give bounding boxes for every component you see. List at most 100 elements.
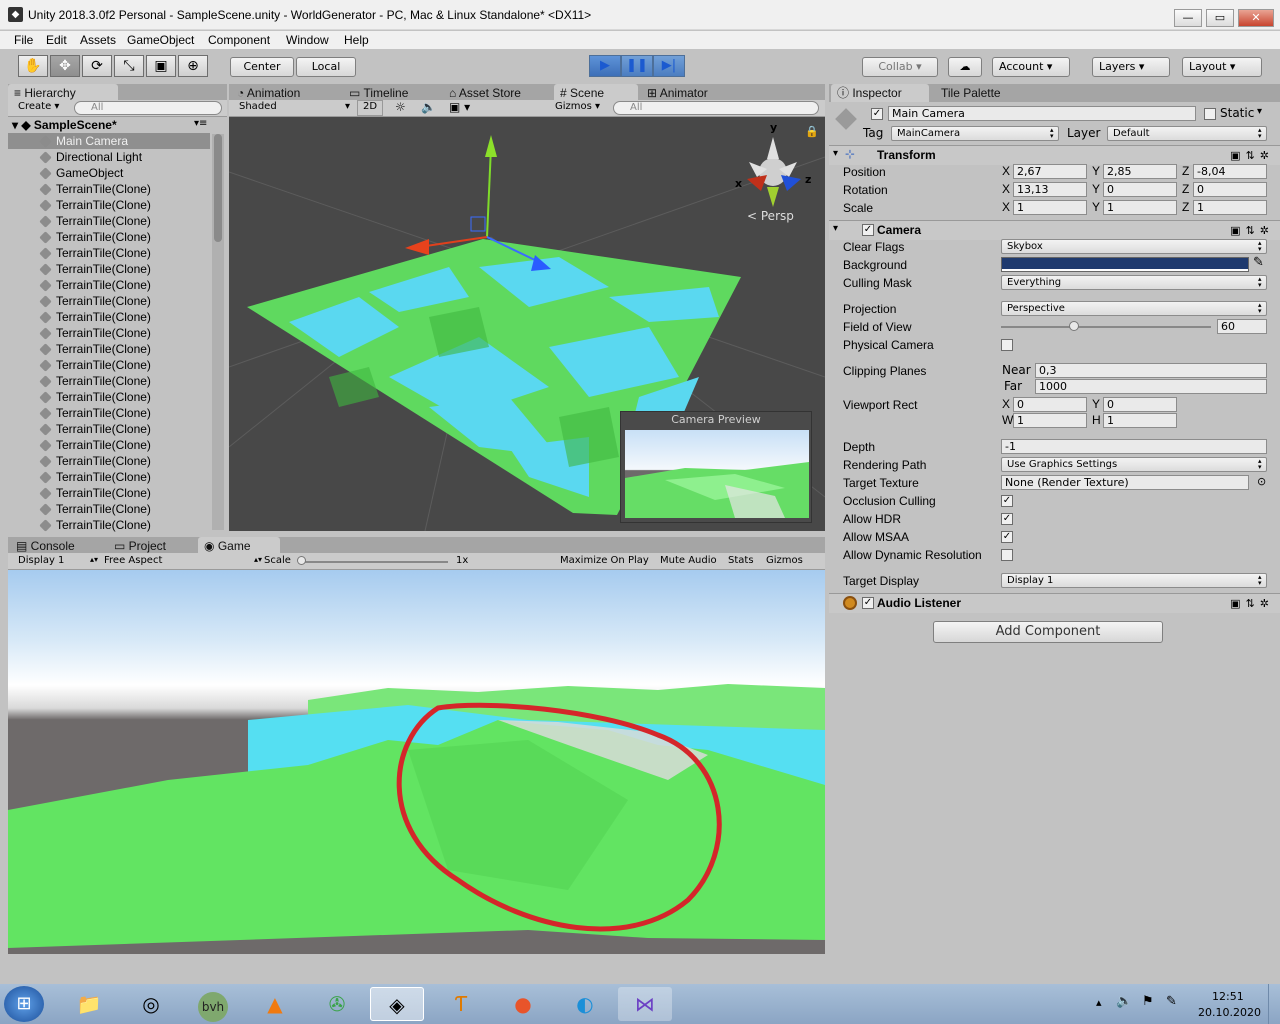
- position-x-input[interactable]: 2,67: [1013, 164, 1087, 179]
- menu-gameobject[interactable]: GameObject: [127, 33, 194, 47]
- layout-dropdown[interactable]: Layout ▾: [1182, 57, 1262, 77]
- background-color-swatch[interactable]: [1001, 257, 1249, 272]
- vlc-icon[interactable]: ▲: [248, 987, 302, 1021]
- visual-studio-icon[interactable]: ⋈: [618, 987, 672, 1021]
- language-icon[interactable]: ✎: [1166, 994, 1177, 1009]
- hierarchy-item[interactable]: TerrainTile(Clone): [8, 421, 210, 437]
- tag-dropdown[interactable]: MainCamera: [891, 126, 1059, 141]
- layer-dropdown[interactable]: Default: [1107, 126, 1267, 141]
- audio-listener-header-icons[interactable]: ▣⇅✲: [1230, 597, 1274, 610]
- occlusion-culling-checkbox[interactable]: ✓: [1001, 495, 1013, 507]
- hierarchy-item[interactable]: TerrainTile(Clone): [8, 309, 210, 325]
- hierarchy-item[interactable]: TerrainTile(Clone): [8, 405, 210, 421]
- far-input[interactable]: 1000: [1035, 379, 1267, 394]
- hierarchy-item[interactable]: TerrainTile(Clone): [8, 197, 210, 213]
- pivot-center-button[interactable]: Center: [230, 57, 294, 77]
- hierarchy-item[interactable]: Directional Light: [8, 149, 210, 165]
- audio-listener-checkbox[interactable]: ✓: [862, 597, 874, 609]
- viewport-h-input[interactable]: 1: [1103, 413, 1177, 428]
- object-name-input[interactable]: Main Camera: [888, 106, 1196, 121]
- hierarchy-item[interactable]: TerrainTile(Clone): [8, 437, 210, 453]
- tab-inspector[interactable]: ⓘ Inspector: [831, 84, 929, 102]
- rotation-x-input[interactable]: 13,13: [1013, 182, 1087, 197]
- orientation-gizmo[interactable]: [747, 137, 801, 207]
- hierarchy-item[interactable]: TerrainTile(Clone): [8, 389, 210, 405]
- depth-input[interactable]: -1: [1001, 439, 1267, 454]
- hand-tool-icon[interactable]: ✋: [18, 55, 48, 77]
- hierarchy-item[interactable]: TerrainTile(Clone): [8, 245, 210, 261]
- firefox-icon[interactable]: ●: [496, 987, 550, 1021]
- transform-tool-icon[interactable]: ⊕: [178, 55, 208, 77]
- play-button[interactable]: ▶: [589, 55, 621, 77]
- gizmo-x-arrow[interactable]: [405, 239, 429, 255]
- scrollbar-thumb[interactable]: [214, 134, 222, 242]
- scene-root[interactable]: ▾ ◆ SampleScene*: [12, 118, 117, 132]
- rotation-y-input[interactable]: 0: [1103, 182, 1177, 197]
- physical-camera-checkbox[interactable]: [1001, 339, 1013, 351]
- allow-hdr-checkbox[interactable]: ✓: [1001, 513, 1013, 525]
- scale-slider-thumb[interactable]: [297, 556, 306, 565]
- menu-assets[interactable]: Assets: [80, 33, 116, 47]
- scene-menu-icon[interactable]: ▾≡: [194, 118, 207, 129]
- account-dropdown[interactable]: Account ▾: [992, 57, 1070, 77]
- target-display-dropdown[interactable]: Display 1: [1001, 573, 1267, 588]
- display-dropdown[interactable]: Display 1: [18, 555, 64, 566]
- tray-expand-icon[interactable]: ▴: [1096, 996, 1102, 1009]
- game-gizmos-toggle[interactable]: Gizmos: [766, 555, 803, 566]
- menu-edit[interactable]: Edit: [46, 33, 67, 47]
- aspect-dropdown-arrow[interactable]: ▴▾: [254, 555, 262, 564]
- transform-header-icons[interactable]: ▣⇅✲: [1230, 149, 1274, 162]
- viewport-y-input[interactable]: 0: [1103, 397, 1177, 412]
- pause-button[interactable]: ❚❚: [621, 55, 653, 77]
- rect-tool-icon[interactable]: ▣: [146, 55, 176, 77]
- maximize-button[interactable]: ▭: [1206, 9, 1234, 27]
- hierarchy-item[interactable]: GameObject: [8, 165, 210, 181]
- shading-dropdown-arrow[interactable]: ▾: [345, 101, 350, 112]
- clear-flags-dropdown[interactable]: Skybox: [1001, 239, 1267, 254]
- audio-toggle-icon[interactable]: 🔈: [421, 100, 436, 114]
- eyedropper-icon[interactable]: ✎: [1253, 255, 1264, 270]
- pivot-local-button[interactable]: Local: [296, 57, 356, 77]
- target-texture-field[interactable]: None (Render Texture): [1001, 475, 1249, 490]
- hierarchy-scrollbar[interactable]: [212, 134, 224, 530]
- scale-tool-icon[interactable]: ⤡: [114, 55, 144, 77]
- fov-slider-thumb[interactable]: [1069, 321, 1079, 331]
- gizmo-plane-handle[interactable]: [470, 216, 486, 232]
- lighting-toggle-icon[interactable]: ☼: [395, 100, 406, 114]
- projection-dropdown[interactable]: Perspective: [1001, 301, 1267, 316]
- fov-slider[interactable]: [1001, 326, 1211, 328]
- collab-button[interactable]: Collab ▾: [862, 57, 938, 77]
- layers-dropdown[interactable]: Layers ▾: [1092, 57, 1170, 77]
- position-y-input[interactable]: 2,85: [1103, 164, 1177, 179]
- hierarchy-item[interactable]: Main Camera: [8, 133, 210, 149]
- tab-tile-palette[interactable]: Tile Palette: [935, 84, 1025, 102]
- unity-taskbar-icon[interactable]: ◈: [370, 987, 424, 1021]
- clock-date[interactable]: 20.10.2020: [1198, 1006, 1261, 1019]
- bvh-icon[interactable]: bvh: [186, 987, 240, 1022]
- menu-component[interactable]: Component: [208, 33, 270, 47]
- file-explorer-icon[interactable]: 📁: [62, 987, 116, 1021]
- cloud-icon[interactable]: ☁: [948, 57, 982, 77]
- transform-header[interactable]: ▾ ⊹ Transform ▣⇅✲: [829, 145, 1280, 165]
- rendering-path-dropdown[interactable]: Use Graphics Settings: [1001, 457, 1267, 472]
- volume-icon[interactable]: 🔈: [1116, 994, 1132, 1009]
- fov-input[interactable]: 60: [1217, 319, 1267, 334]
- step-button[interactable]: ▶|: [653, 55, 685, 77]
- shading-dropdown[interactable]: Shaded: [239, 101, 277, 112]
- camera-header[interactable]: ▾ ✓ Camera ▣⇅✲: [829, 220, 1280, 240]
- culling-mask-dropdown[interactable]: Everything: [1001, 275, 1267, 290]
- scale-z-input[interactable]: 1: [1193, 200, 1267, 215]
- scale-x-input[interactable]: 1: [1013, 200, 1087, 215]
- static-checkbox[interactable]: [1204, 108, 1216, 120]
- aspect-dropdown[interactable]: Free Aspect: [104, 555, 162, 566]
- mode-2d-button[interactable]: 2D: [357, 100, 383, 116]
- add-component-button[interactable]: Add Component: [933, 621, 1163, 643]
- camera-foldout-icon[interactable]: ▾: [833, 223, 838, 234]
- move-tool-icon[interactable]: ✥: [50, 55, 80, 77]
- hierarchy-item[interactable]: TerrainTile(Clone): [8, 469, 210, 485]
- display-dropdown-arrow[interactable]: ▴▾: [90, 555, 98, 564]
- active-checkbox[interactable]: ✓: [871, 108, 883, 120]
- clock-time[interactable]: 12:51: [1212, 990, 1244, 1003]
- hierarchy-item[interactable]: TerrainTile(Clone): [8, 485, 210, 501]
- near-input[interactable]: 0,3: [1035, 363, 1267, 378]
